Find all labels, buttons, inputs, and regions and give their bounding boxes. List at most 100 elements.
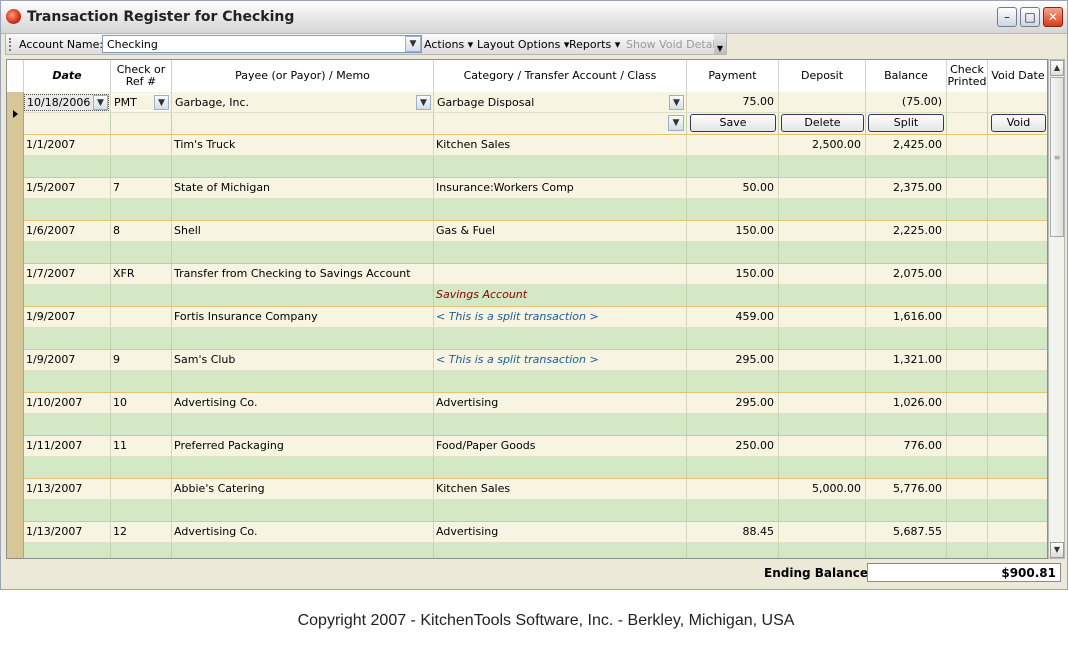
transaction-row[interactable]: 1/5/2007 7 State of Michigan Insurance:W… xyxy=(7,178,1047,221)
deposit-cell[interactable] xyxy=(779,178,866,198)
date-cell[interactable]: 10/18/2006 ▼ xyxy=(24,92,111,112)
date-cell[interactable]: 1/9/2007 xyxy=(24,307,111,327)
payee-cell[interactable]: Advertising Co. xyxy=(172,522,434,542)
editing-transaction-row[interactable]: 10/18/2006 ▼ PMT ▼ Garbage, Inc. ▼ Garba… xyxy=(7,92,1047,135)
memo-cell[interactable] xyxy=(172,156,434,177)
column-header-payment[interactable]: Payment xyxy=(687,60,779,92)
payee-cell[interactable]: Garbage, Inc. ▼ xyxy=(172,92,434,112)
maximize-button[interactable]: □ xyxy=(1020,7,1040,27)
transaction-row[interactable]: 1/9/2007 9 Sam's Club < This is a split … xyxy=(7,350,1047,393)
check-printed-cell[interactable] xyxy=(947,350,988,370)
row-selector[interactable] xyxy=(7,436,24,479)
close-button[interactable]: ✕ xyxy=(1043,7,1063,27)
split-button[interactable]: Split xyxy=(868,114,944,132)
payment-cell[interactable]: 250.00 xyxy=(687,436,779,456)
column-header-balance[interactable]: Balance xyxy=(866,60,947,92)
class-cell[interactable] xyxy=(434,500,687,521)
toolbar-grip-icon[interactable] xyxy=(9,38,14,51)
class-cell[interactable]: ▼ xyxy=(434,113,687,134)
row-selector[interactable] xyxy=(7,92,24,135)
transaction-row[interactable]: 1/13/2007 12 Advertising Co. Advertising… xyxy=(7,522,1047,558)
check-printed-cell[interactable] xyxy=(947,436,988,456)
payee-cell[interactable]: Transfer from Checking to Savings Accoun… xyxy=(172,264,434,284)
class-cell[interactable] xyxy=(434,371,687,392)
transaction-row[interactable]: 1/6/2007 8 Shell Gas & Fuel 150.00 2,225… xyxy=(7,221,1047,264)
payment-cell[interactable]: 295.00 xyxy=(687,393,779,413)
check-printed-cell[interactable] xyxy=(947,264,988,284)
category-cell[interactable] xyxy=(434,264,687,284)
payment-cell[interactable]: 459.00 xyxy=(687,307,779,327)
delete-button[interactable]: Delete xyxy=(781,114,864,132)
check-printed-cell[interactable] xyxy=(947,221,988,241)
class-cell[interactable] xyxy=(434,414,687,435)
check-ref-cell[interactable]: XFR xyxy=(111,264,172,284)
category-input[interactable]: Garbage Disposal ▼ xyxy=(434,94,685,111)
payee-cell[interactable]: Shell xyxy=(172,221,434,241)
class-cell[interactable] xyxy=(434,543,687,558)
payment-cell[interactable]: 88.45 xyxy=(687,522,779,542)
transaction-row[interactable]: 1/13/2007 Abbie's Catering Kitchen Sales… xyxy=(7,479,1047,522)
toolbar-overflow-icon[interactable]: ▼ xyxy=(714,34,726,54)
date-cell[interactable]: 1/1/2007 xyxy=(24,135,111,155)
date-cell[interactable]: 1/13/2007 xyxy=(24,479,111,499)
column-header-category[interactable]: Category / Transfer Account / Class xyxy=(434,60,687,92)
row-selector[interactable] xyxy=(7,350,24,393)
transaction-row[interactable]: 1/10/2007 10 Advertising Co. Advertising… xyxy=(7,393,1047,436)
actions-menu[interactable]: Actions ▾ xyxy=(424,38,473,51)
vertical-scrollbar[interactable]: ▲ ≡ ▼ xyxy=(1048,59,1065,559)
payee-cell[interactable]: Abbie's Catering xyxy=(172,479,434,499)
chevron-down-icon[interactable]: ▼ xyxy=(416,95,431,110)
check-ref-input[interactable]: PMT ▼ xyxy=(111,94,170,111)
date-cell[interactable]: 1/9/2007 xyxy=(24,350,111,370)
reports-menu[interactable]: Reports ▾ xyxy=(569,38,620,51)
deposit-cell[interactable]: 2,500.00 xyxy=(779,135,866,155)
class-cell[interactable] xyxy=(434,457,687,478)
class-cell[interactable] xyxy=(434,242,687,263)
date-cell[interactable]: 1/10/2007 xyxy=(24,393,111,413)
show-void-details-button[interactable]: Show Void Details xyxy=(626,38,724,51)
scroll-thumb[interactable]: ≡ xyxy=(1050,77,1064,237)
check-printed-cell[interactable] xyxy=(947,479,988,499)
check-ref-cell[interactable]: 9 xyxy=(111,350,172,370)
memo-cell[interactable] xyxy=(172,328,434,349)
memo-cell[interactable] xyxy=(172,414,434,435)
row-selector[interactable] xyxy=(7,522,24,558)
date-cell[interactable]: 1/13/2007 xyxy=(24,522,111,542)
date-cell[interactable]: 1/5/2007 xyxy=(24,178,111,198)
deposit-input[interactable] xyxy=(779,92,866,112)
payment-cell[interactable]: 150.00 xyxy=(687,221,779,241)
payee-input[interactable]: Garbage, Inc. ▼ xyxy=(172,94,432,111)
date-cell[interactable]: 1/6/2007 xyxy=(24,221,111,241)
column-header-void-date[interactable]: Void Date xyxy=(988,60,1047,92)
transaction-row[interactable]: 1/7/2007 XFR Transfer from Checking to S… xyxy=(7,264,1047,307)
deposit-cell[interactable] xyxy=(779,221,866,241)
check-printed-cell[interactable] xyxy=(947,92,988,112)
class-cell[interactable] xyxy=(434,156,687,177)
date-cell[interactable]: 1/7/2007 xyxy=(24,264,111,284)
chevron-down-icon[interactable]: ▼ xyxy=(669,95,684,110)
payee-cell[interactable]: Fortis Insurance Company xyxy=(172,307,434,327)
payment-input[interactable]: 75.00 xyxy=(687,92,779,112)
deposit-cell[interactable] xyxy=(779,522,866,542)
memo-cell[interactable] xyxy=(172,285,434,306)
memo-cell[interactable] xyxy=(172,457,434,478)
payee-cell[interactable]: Sam's Club xyxy=(172,350,434,370)
minimize-button[interactable]: – xyxy=(997,7,1017,27)
category-cell[interactable]: < This is a split transaction > xyxy=(434,350,687,370)
save-button[interactable]: Save xyxy=(690,114,776,132)
memo-input[interactable] xyxy=(172,113,434,134)
chevron-down-icon[interactable]: ▼ xyxy=(668,115,684,131)
column-header-check-ref[interactable]: Check or Ref # xyxy=(111,60,172,92)
payment-cell[interactable]: 295.00 xyxy=(687,350,779,370)
scroll-up-icon[interactable]: ▲ xyxy=(1050,60,1064,76)
payee-cell[interactable]: State of Michigan xyxy=(172,178,434,198)
check-printed-cell[interactable] xyxy=(947,178,988,198)
payment-cell[interactable] xyxy=(687,135,779,155)
layout-options-menu[interactable]: Layout Options ▾ xyxy=(477,38,569,51)
deposit-cell[interactable] xyxy=(779,307,866,327)
check-ref-cell[interactable]: 7 xyxy=(111,178,172,198)
payment-cell[interactable] xyxy=(687,479,779,499)
check-ref-cell[interactable]: PMT ▼ xyxy=(111,92,172,112)
category-cell[interactable]: Advertising xyxy=(434,393,687,413)
transaction-row[interactable]: 1/1/2007 Tim's Truck Kitchen Sales 2,500… xyxy=(7,135,1047,178)
